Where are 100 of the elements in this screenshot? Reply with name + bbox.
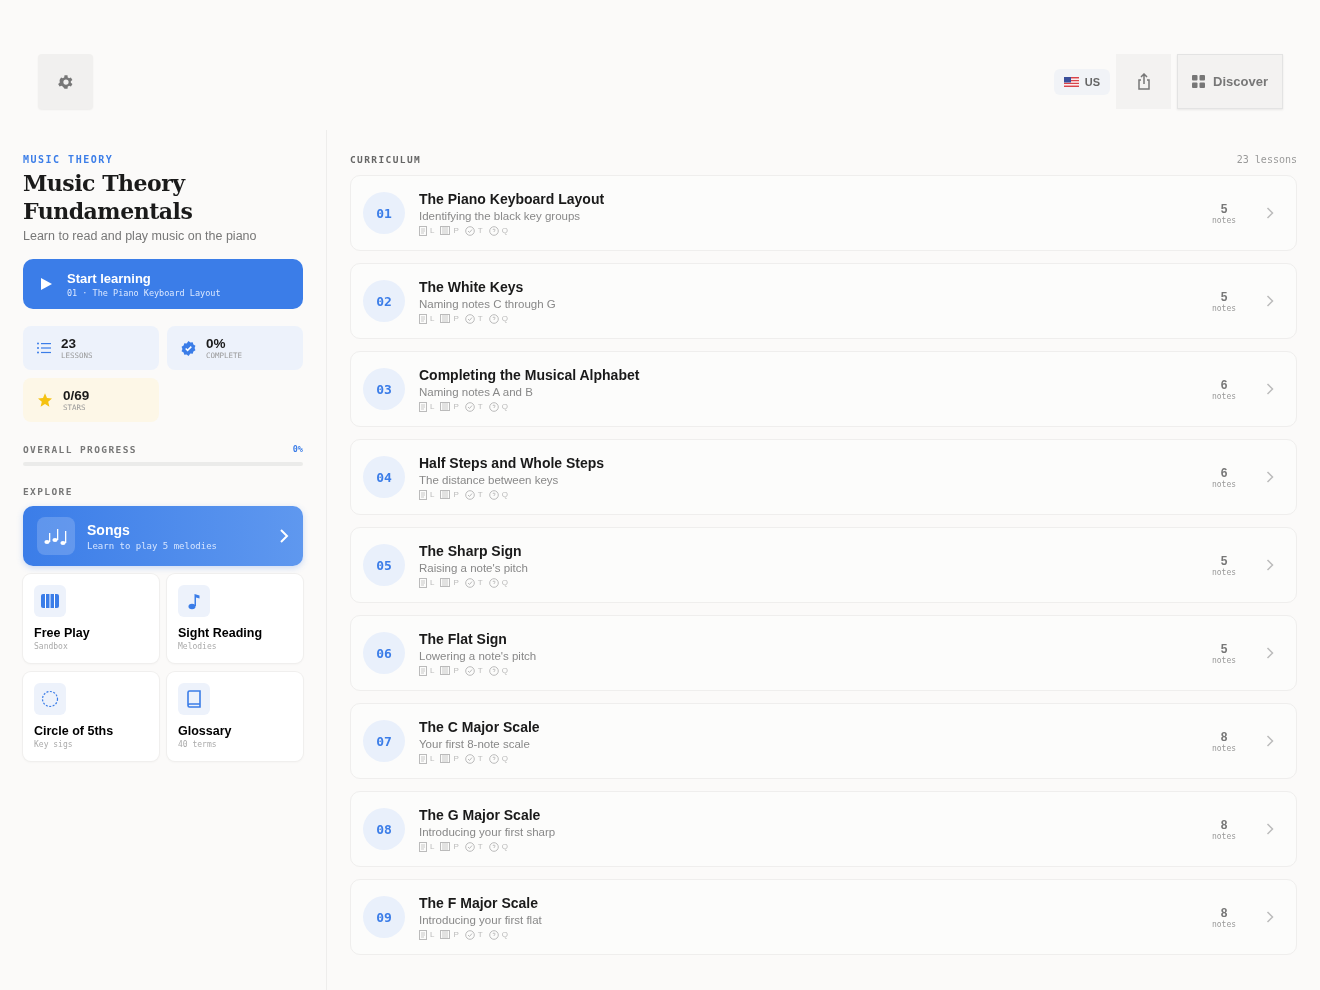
book-icon <box>178 683 210 715</box>
chevron-right-icon <box>1266 559 1274 571</box>
explore-tile[interactable]: Circle of 5ths Key sigs <box>23 672 159 761</box>
piano-icon <box>440 226 451 235</box>
piano-icon <box>440 666 451 675</box>
lesson-subtitle: Raising a note's pitch <box>419 561 529 574</box>
notes-count: 5 <box>1220 641 1228 656</box>
discover-button[interactable]: Discover <box>1177 54 1283 109</box>
lesson-number: 09 <box>363 896 405 938</box>
piano-icon <box>440 402 451 411</box>
lesson-subtitle: Introducing your first flat <box>419 913 543 926</box>
locale-button[interactable]: US <box>1053 68 1111 95</box>
progress-reading: 0% <box>292 444 303 455</box>
lesson-number: 05 <box>363 544 405 586</box>
lesson-subtitle: The distance between keys <box>419 473 560 486</box>
lesson-title: Half Steps and Whole Steps <box>419 454 606 471</box>
document-icon <box>419 929 427 940</box>
section-eyebrow: MUSIC THEORY <box>23 154 115 165</box>
play-icon <box>39 277 53 291</box>
curriculum-label: CURRICULUM <box>350 154 422 165</box>
piano-icon <box>440 754 451 763</box>
songs-card[interactable]: Songs Learn to play 5 melodies <box>23 506 303 566</box>
notes-count: 8 <box>1220 729 1228 744</box>
question-circle-icon <box>488 577 499 588</box>
document-icon <box>419 841 427 852</box>
notes-count: 6 <box>1220 377 1228 392</box>
lesson-number: 07 <box>363 720 405 762</box>
share-button[interactable] <box>1116 54 1172 109</box>
lesson-number: 01 <box>363 192 405 234</box>
chevron-right-icon <box>1266 295 1274 307</box>
piano-icon <box>440 314 451 323</box>
document-icon <box>419 225 427 236</box>
lesson-title: The G Major Scale <box>419 806 542 823</box>
lesson-subtitle: Naming notes A and B <box>419 385 534 398</box>
explore-tile[interactable]: Free Play Sandbox <box>23 574 159 663</box>
chevron-right-icon <box>1266 207 1274 219</box>
question-circle-icon <box>488 401 499 412</box>
check-circle-icon <box>464 929 475 940</box>
question-circle-icon <box>488 929 499 940</box>
notes-label: notes <box>1211 215 1237 225</box>
stat-value: 0/69 <box>63 388 90 403</box>
question-circle-icon <box>488 489 499 500</box>
music-notes-icon <box>37 517 75 555</box>
list-icon <box>37 342 51 354</box>
lesson-number: 02 <box>363 280 405 322</box>
piano-icon <box>34 585 66 617</box>
chevron-right-icon <box>1266 647 1274 659</box>
piano-icon <box>440 490 451 499</box>
chevron-right-icon <box>1266 383 1274 395</box>
lesson-number: 08 <box>363 808 405 850</box>
notes-count: 6 <box>1220 465 1228 480</box>
notes-count: 5 <box>1220 289 1228 304</box>
music-note-icon <box>178 585 210 617</box>
piano-icon <box>440 578 451 587</box>
lesson-subtitle: Your first 8-note scale <box>419 737 531 750</box>
notes-label: notes <box>1211 655 1237 665</box>
explore-tile[interactable]: Sight Reading Melodies <box>167 574 303 663</box>
chevron-right-icon <box>1266 471 1274 483</box>
piano-icon <box>440 930 451 939</box>
settings-button[interactable] <box>38 54 93 109</box>
lesson-title: The Flat Sign <box>419 630 508 647</box>
lesson-number: 06 <box>363 632 405 674</box>
lesson-subtitle: Identifying the black key groups <box>419 209 582 222</box>
notes-count: 5 <box>1220 553 1228 568</box>
settings-icon <box>56 72 75 91</box>
question-circle-icon <box>488 753 499 764</box>
check-circle-icon <box>464 841 475 852</box>
star-icon <box>37 392 53 408</box>
notes-label: notes <box>1211 391 1237 401</box>
question-circle-icon <box>488 225 499 236</box>
course-title: Music Theory Fundamentals <box>23 169 194 225</box>
check-circle-icon <box>464 225 475 236</box>
verified-badge-icon <box>181 340 196 356</box>
notes-label: notes <box>1211 567 1237 577</box>
check-circle-icon <box>464 489 475 500</box>
lesson-subtitle: Lowering a note's pitch <box>419 649 538 662</box>
lesson-title: Completing the Musical Alphabet <box>419 366 641 383</box>
lesson-title: The C Major Scale <box>419 718 541 735</box>
lesson-subtitle: Naming notes C through G <box>419 297 557 310</box>
lesson-title: The Sharp Sign <box>419 542 523 559</box>
notes-count: 8 <box>1220 817 1228 832</box>
notes-label: notes <box>1211 479 1237 489</box>
document-icon <box>419 489 427 500</box>
lesson-number: 03 <box>363 368 405 410</box>
check-circle-icon <box>464 753 475 764</box>
chevron-right-icon <box>1266 735 1274 747</box>
piano-icon <box>440 842 451 851</box>
check-circle-icon <box>464 401 475 412</box>
question-circle-icon <box>488 841 499 852</box>
check-circle-icon <box>464 665 475 676</box>
start-learning-button[interactable]: Start learning 01 · The Piano Keyboard Layout <box>23 259 303 309</box>
explore-label: EXPLORE <box>23 486 74 497</box>
document-icon <box>419 577 427 588</box>
explore-tile[interactable]: Glossary 40 terms <box>167 672 303 761</box>
chevron-right-icon <box>1266 911 1274 923</box>
notes-label: notes <box>1211 303 1237 313</box>
question-circle-icon <box>488 313 499 324</box>
lesson-title: The White Keys <box>419 278 525 295</box>
progress-label: OVERALL PROGRESS <box>23 444 137 455</box>
notes-count: 5 <box>1220 201 1228 216</box>
